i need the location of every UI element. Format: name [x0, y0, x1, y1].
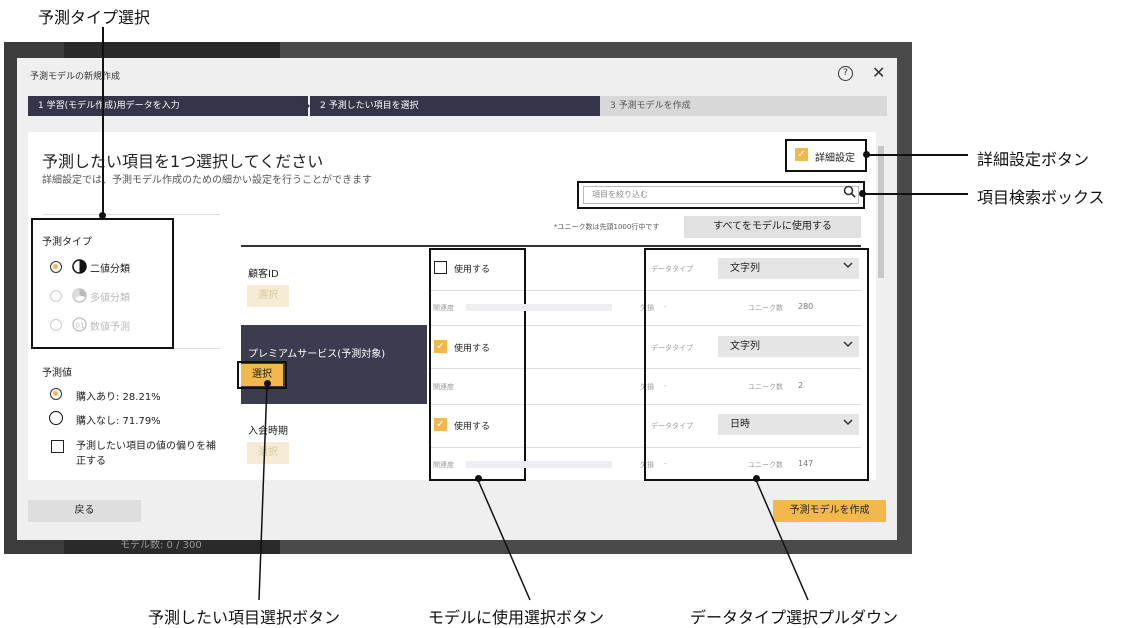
back-button[interactable]: 戻る [28, 500, 141, 522]
callout-dot [863, 151, 870, 158]
radio-value-yes[interactable] [50, 388, 62, 400]
value-no-label[interactable]: 購入なし: 71.79% [76, 412, 161, 427]
relevance-label: 関連度 [433, 304, 454, 312]
datatype-label: データタイプ [651, 265, 693, 273]
radio-numeric[interactable] [50, 319, 62, 331]
divider [42, 214, 220, 215]
callout-search-box: 項目検索ボックス [977, 188, 1105, 207]
prediction-value-title: 予測値 [42, 368, 72, 379]
chevron-down-icon [843, 417, 853, 430]
datatype-value: 日時 [730, 419, 750, 430]
advanced-settings-label[interactable]: 詳細設定 [815, 149, 855, 164]
relevance-label: 関連度 [433, 383, 454, 391]
use-checkbox[interactable] [434, 261, 447, 274]
callout-dot [859, 190, 866, 197]
svg-text:01: 01 [76, 322, 85, 330]
numeric-label[interactable]: 数値予測 [90, 318, 130, 333]
page-subheading: 詳細設定では、予測モデル作成のための細かい設定を行うことができます [42, 175, 372, 186]
use-all-button[interactable]: すべてをモデルに使用する [684, 216, 861, 238]
callout-line [477, 479, 531, 601]
radio-multiclass[interactable] [50, 290, 62, 302]
datatype-label: データタイプ [651, 422, 693, 430]
relevance-label: 関連度 [433, 461, 454, 469]
numeric-icon: 01 [72, 317, 87, 336]
datatype-column-highlight [644, 248, 869, 481]
callout-target-select: 予測したい項目選択ボタン [148, 608, 341, 627]
datatype-label: データタイプ [651, 344, 693, 352]
callout-advanced-settings: 詳細設定ボタン [977, 150, 1090, 169]
correct-bias-checkbox[interactable] [51, 440, 64, 453]
datatype-value: 文字列 [730, 263, 760, 274]
step-2: 2 予測したい項目を選択 [310, 96, 600, 116]
help-icon[interactable]: ? [838, 66, 853, 81]
item-name: 顧客ID [248, 269, 279, 280]
chevron-down-icon [843, 339, 853, 352]
use-checkbox[interactable]: ✓ [434, 418, 447, 431]
datatype-dropdown[interactable]: 文字列 [718, 258, 859, 279]
use-label[interactable]: 使用する [454, 262, 490, 275]
use-label[interactable]: 使用する [454, 341, 490, 354]
prediction-type-title: 予測タイプ [42, 237, 92, 248]
multiclass-label[interactable]: 多値分類 [90, 289, 130, 304]
binary-icon [72, 259, 87, 278]
select-target-button[interactable]: 選択 [247, 285, 289, 307]
datatype-value: 文字列 [730, 341, 760, 352]
callout-line [866, 154, 968, 156]
relevance-bar [466, 461, 612, 468]
search-icon [843, 185, 856, 201]
close-icon[interactable]: ✕ [872, 63, 885, 82]
relevance-bar [466, 304, 612, 311]
datatype-dropdown[interactable]: 文字列 [718, 336, 859, 357]
datatype-dropdown[interactable]: 日時 [718, 414, 859, 435]
callout-dot [99, 212, 106, 219]
search-input[interactable]: 項目を絞り込む [583, 186, 859, 204]
multiclass-icon [72, 288, 87, 307]
binary-label[interactable]: 二値分類 [90, 260, 130, 275]
callout-use-select: モデルに使用選択ボタン [428, 608, 605, 627]
table-top-border [241, 245, 861, 247]
page-heading: 予測したい項目を1つ選択してください [42, 152, 324, 171]
use-checkbox[interactable]: ✓ [434, 340, 447, 353]
item-name: プレミアムサービス(予測対象) [248, 349, 386, 360]
unique-note: *ユニーク数は先頭1000行中です [554, 223, 660, 231]
modal-title: 予測モデルの新規作成 [30, 72, 121, 82]
use-column-highlight [429, 248, 526, 481]
radio-value-no[interactable] [49, 411, 63, 425]
radio-binary[interactable] [50, 261, 62, 273]
callout-line [258, 383, 268, 601]
callout-line [755, 479, 809, 601]
value-yes-label[interactable]: 購入あり: 28.21% [76, 388, 161, 403]
step-1: 1 学習(モデル作成)用データを入力 [28, 96, 308, 116]
callout-prediction-type: 予測タイプ選択 [38, 8, 151, 27]
advanced-settings-checkbox[interactable]: ✓ [795, 148, 808, 161]
callout-datatype: データタイプ選択プルダウン [690, 608, 899, 627]
step-arrow-1 [300, 96, 310, 116]
scrollbar-thumb[interactable] [878, 146, 884, 278]
chevron-down-icon [843, 260, 853, 273]
use-label[interactable]: 使用する [454, 419, 490, 432]
callout-line [102, 27, 104, 215]
callout-line [862, 193, 968, 195]
step-3: 3 予測モデルを作成 [600, 96, 887, 116]
correct-bias-label[interactable]: 予測したい項目の値の偏りを補正する [76, 439, 216, 469]
